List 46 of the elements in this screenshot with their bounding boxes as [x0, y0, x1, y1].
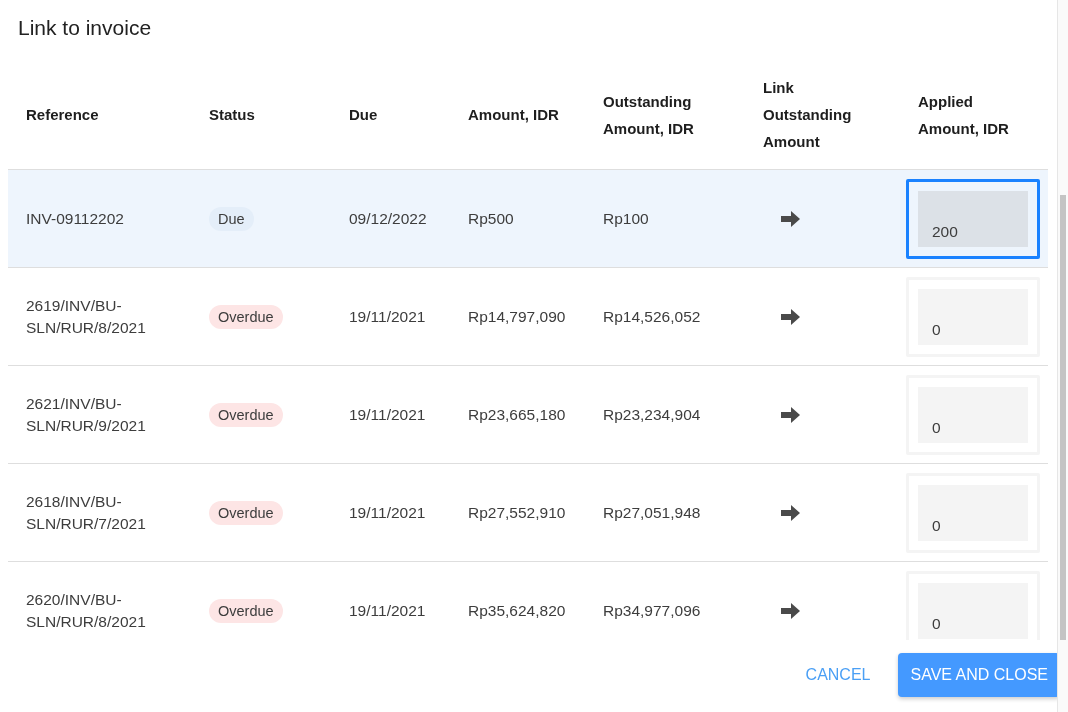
column-header: Reference [26, 105, 99, 125]
column-header: Outstanding Amount, IDR [603, 91, 695, 139]
amount-input[interactable]: 0 [906, 276, 1040, 357]
amount-input[interactable]: 0 [906, 374, 1040, 455]
status-badge: Overdue [209, 402, 283, 427]
arrow-right-icon[interactable] [781, 504, 800, 521]
dialog-title: Link to invoice [18, 15, 152, 41]
reference-text: 2620/INV/BU-SLN/RUR/8/2021 [26, 589, 147, 632]
reference-text: 2619/INV/BU-SLN/RUR/8/2021 [26, 295, 147, 338]
arrow-right-icon[interactable] [781, 210, 800, 227]
arrow-right-icon[interactable] [781, 308, 800, 325]
column-header: Applied Amount, IDR [918, 91, 1010, 139]
reference-text: 2618/INV/BU-SLN/RUR/7/2021 [26, 491, 147, 534]
amount-input[interactable]: 200 [906, 178, 1040, 259]
reference-text: 2621/INV/BU-SLN/RUR/9/2021 [26, 393, 147, 436]
amount-text: Rp23,665,180 [468, 404, 566, 425]
table-row[interactable]: INV-09112202 Due 09/12/2022 Rp500 Rp100 200 [8, 170, 1048, 268]
due-date: 09/12/2022 [349, 208, 427, 229]
status-badge: Overdue [209, 500, 283, 525]
amount-text: Rp14,797,090 [468, 306, 566, 327]
outstanding-text: Rp34,977,096 [603, 600, 701, 621]
due-date: 19/11/2021 [349, 600, 426, 621]
column-header: Due [349, 105, 378, 125]
outstanding-text: Rp27,051,948 [603, 502, 701, 523]
amount-input[interactable]: 0 [906, 472, 1040, 553]
column-header: Link Outstanding Amount [763, 78, 853, 152]
arrow-right-icon[interactable] [781, 602, 800, 619]
due-date: 19/11/2021 [349, 502, 426, 523]
outstanding-text: Rp14,526,052 [603, 306, 701, 327]
status-badge: Overdue [209, 304, 283, 329]
amount-input[interactable]: 0 [906, 570, 1040, 640]
outstanding-text: Rp23,234,904 [603, 404, 701, 425]
column-header: Amount, IDR [468, 105, 559, 125]
due-date: 19/11/2021 [349, 404, 426, 425]
reference-text: INV-09112202 [26, 208, 125, 229]
scrollbar[interactable] [1057, 0, 1068, 712]
outstanding-text: Rp100 [603, 208, 649, 229]
status-badge: Overdue [209, 598, 283, 623]
scrollbar-thumb[interactable] [1060, 195, 1066, 640]
amount-text: Rp27,552,910 [468, 502, 566, 523]
amount-text: Rp35,624,820 [468, 600, 566, 621]
column-header: Status [209, 105, 255, 125]
due-date: 19/11/2021 [349, 306, 426, 327]
arrow-right-icon[interactable] [781, 406, 800, 423]
amount-text: Rp500 [468, 208, 514, 229]
status-badge: Due [209, 206, 254, 231]
